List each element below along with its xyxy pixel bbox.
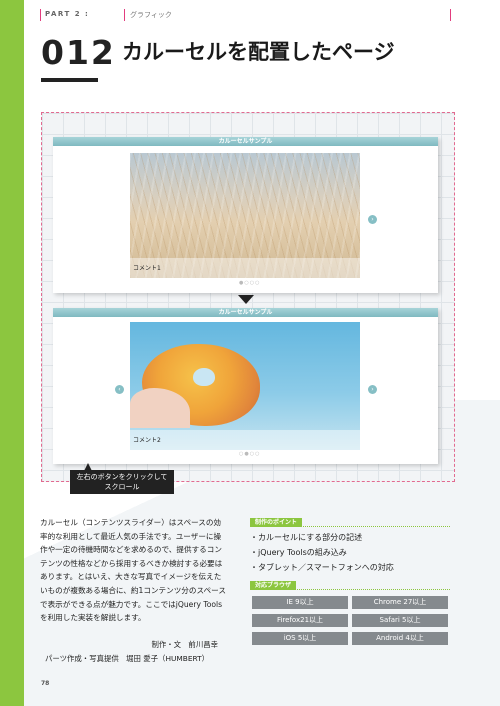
browser-badge: Chrome 27以上 xyxy=(352,596,448,609)
wheat-photo: コメント1 xyxy=(130,153,360,278)
side-accent-bar xyxy=(0,0,24,706)
category-label: グラフィック xyxy=(130,11,172,19)
section-number: 012 xyxy=(41,33,116,72)
next-arrow-button[interactable]: › xyxy=(368,385,377,394)
photo-credit: パーツ作成・写真提供 堀田 愛子（HUMBERT） xyxy=(45,654,210,663)
browser-badge: Safari 5以上 xyxy=(352,614,448,627)
browser-badge: IE 9以上 xyxy=(252,596,348,609)
tag-underline xyxy=(250,526,450,527)
callout-box: 左右のボタンをクリックして スクロール xyxy=(70,470,174,494)
comment-strip xyxy=(130,430,360,450)
header-divider xyxy=(124,9,125,21)
part-label: PART 2 : xyxy=(45,10,90,18)
page-title: カルーセルを配置したページ xyxy=(122,40,395,64)
next-arrow-button[interactable]: › xyxy=(368,215,377,224)
carousel-heading: カルーセルサンプル xyxy=(53,137,438,146)
body-text: カルーセル（コンテンツスライダー）はスペースの効率的な利用として最近人気の手法で… xyxy=(40,518,226,623)
carousel-bottom: カルーセルサンプル コメント2 ‹ › ○●○○ xyxy=(53,308,438,464)
slide-comment: コメント1 xyxy=(133,265,161,272)
pagination-dots[interactable]: ○●○○ xyxy=(239,451,260,457)
tag-underline xyxy=(250,589,450,590)
author-credit: 制作・文 前川昌幸 xyxy=(151,640,218,649)
header-divider xyxy=(450,9,451,21)
section-number-underline xyxy=(41,78,98,82)
comment-strip xyxy=(130,258,360,278)
header-divider xyxy=(40,9,41,21)
point-item: ・タブレット／スマートフォンへの対応 xyxy=(250,563,394,572)
point-item: ・カルーセルにする部分の記述 xyxy=(250,533,363,542)
carousel-top: カルーセルサンプル コメント1 › ●○○○ xyxy=(53,137,438,293)
down-arrow-icon xyxy=(238,295,254,304)
prev-arrow-button[interactable]: ‹ xyxy=(115,385,124,394)
point-item: ・jQuery Toolsの組み込み xyxy=(250,548,347,557)
page-number: 78 xyxy=(41,680,50,687)
carousel-heading: カルーセルサンプル xyxy=(53,308,438,317)
heart-hole xyxy=(193,368,215,386)
browser-badge: Android 4以上 xyxy=(352,632,448,645)
browser-badge: Firefox21以上 xyxy=(252,614,348,627)
donut-photo: コメント2 xyxy=(130,322,360,450)
pagination-dots[interactable]: ●○○○ xyxy=(239,280,260,286)
callout-line: 左右のボタンをクリックして xyxy=(76,473,168,481)
slide-comment: コメント2 xyxy=(133,437,161,444)
callout-line: スクロール xyxy=(104,483,140,491)
browser-badge: iOS 5以上 xyxy=(252,632,348,645)
